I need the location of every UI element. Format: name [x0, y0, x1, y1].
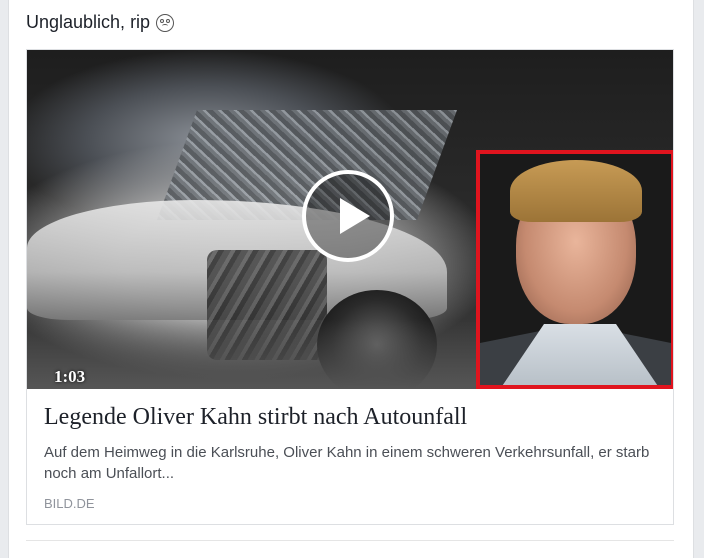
video-duration: 1:03 [54, 367, 86, 386]
link-description: Auf dem Heimweg in die Karlsruhe, Oliver… [44, 444, 650, 482]
feed-post: Unglaublich, rip 1:03 Legende Oliver Kah… [8, 0, 694, 558]
portrait-inset [476, 150, 673, 389]
video-thumbnail[interactable]: 1:03 [27, 50, 673, 389]
link-preview-card[interactable]: 1:03 Legende Oliver Kahn stirbt nach Aut… [26, 49, 674, 525]
post-caption: Unglaublich, rip [26, 12, 175, 33]
caption-text: Unglaublich, rip [26, 12, 151, 32]
divider [26, 540, 674, 541]
hair [510, 160, 642, 222]
play-button-icon[interactable] [302, 170, 394, 262]
link-headline[interactable]: Legende Oliver Kahn stirbt nach Autounfa… [44, 402, 654, 432]
weary-face-icon [156, 13, 175, 32]
link-source: BILD.DE [44, 496, 95, 511]
